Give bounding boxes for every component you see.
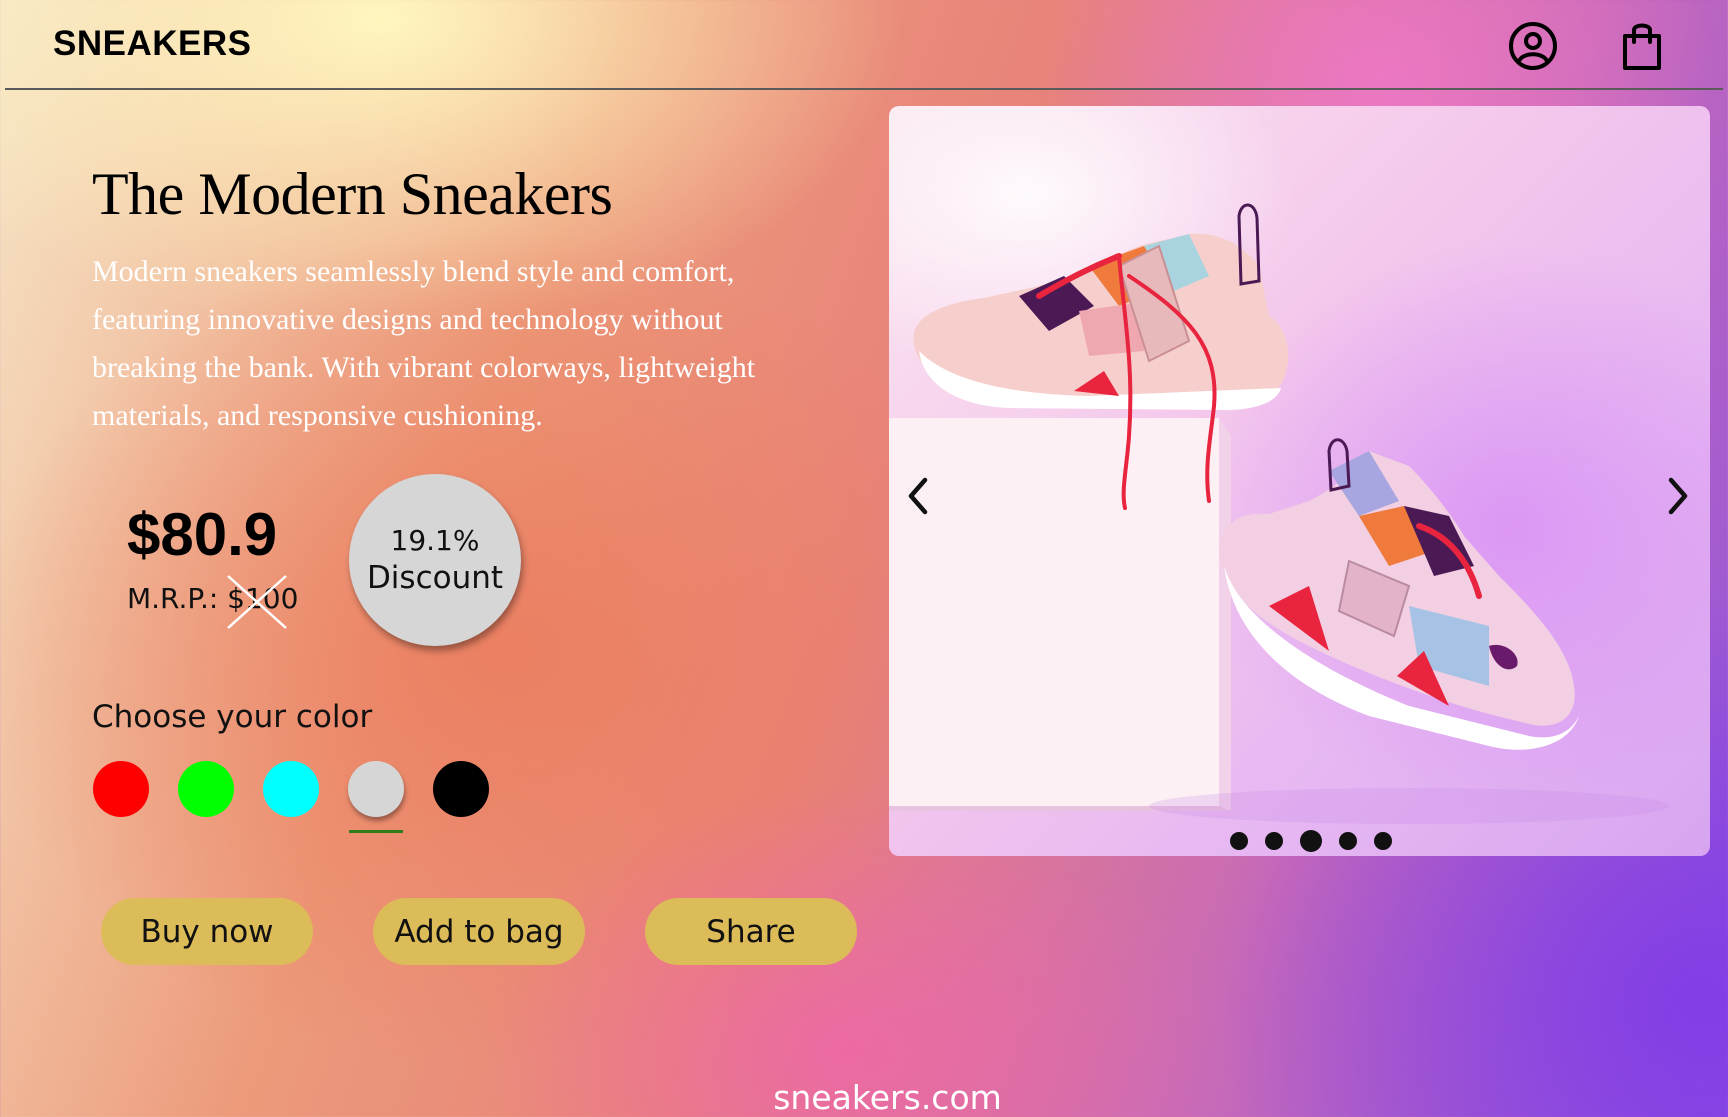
carousel-dot[interactable] bbox=[1265, 832, 1283, 850]
mrp-price: M.R.P.: $100 bbox=[127, 582, 299, 615]
chevron-right-icon[interactable] bbox=[1655, 466, 1699, 526]
add-to-bag-button[interactable]: Add to bag bbox=[373, 898, 585, 965]
footer-domain[interactable]: sneakers.com bbox=[0, 1078, 1728, 1117]
product-price: $80.9 bbox=[127, 501, 278, 568]
color-swatch-green[interactable] bbox=[178, 761, 234, 817]
product-title: The Modern Sneakers bbox=[92, 161, 613, 227]
discount-percent: 19.1% bbox=[390, 524, 480, 557]
share-button[interactable]: Share bbox=[645, 898, 857, 965]
selected-color-indicator bbox=[349, 830, 403, 833]
discount-badge: 19.1% Discount bbox=[349, 474, 521, 646]
color-swatch-light-gray[interactable] bbox=[348, 761, 404, 817]
user-circle-icon[interactable] bbox=[1505, 18, 1561, 74]
color-swatch-cyan[interactable] bbox=[263, 761, 319, 817]
chevron-left-icon[interactable] bbox=[897, 466, 941, 526]
product-description: Modern sneakers seamlessly blend style a… bbox=[92, 255, 756, 432]
carousel-dot[interactable] bbox=[1230, 832, 1248, 850]
color-swatch-black[interactable] bbox=[433, 761, 489, 817]
discount-label: Discount bbox=[366, 560, 504, 596]
sneaker-product-image bbox=[889, 203, 1669, 824]
color-picker-label: Choose your color bbox=[92, 699, 373, 735]
brand-logo[interactable]: SNEAKERS bbox=[53, 24, 251, 64]
carousel-dot[interactable] bbox=[1300, 830, 1322, 852]
site-header: SNEAKERS bbox=[0, 0, 1728, 90]
color-swatch-red[interactable] bbox=[93, 761, 149, 817]
shopping-bag-icon[interactable] bbox=[1614, 18, 1670, 74]
product-image-carousel[interactable] bbox=[889, 106, 1710, 856]
carousel-dot[interactable] bbox=[1339, 832, 1357, 850]
buy-now-button[interactable]: Buy now bbox=[101, 898, 313, 965]
carousel-pagination bbox=[889, 830, 1710, 852]
carousel-dot[interactable] bbox=[1374, 832, 1392, 850]
header-divider bbox=[5, 88, 1723, 90]
